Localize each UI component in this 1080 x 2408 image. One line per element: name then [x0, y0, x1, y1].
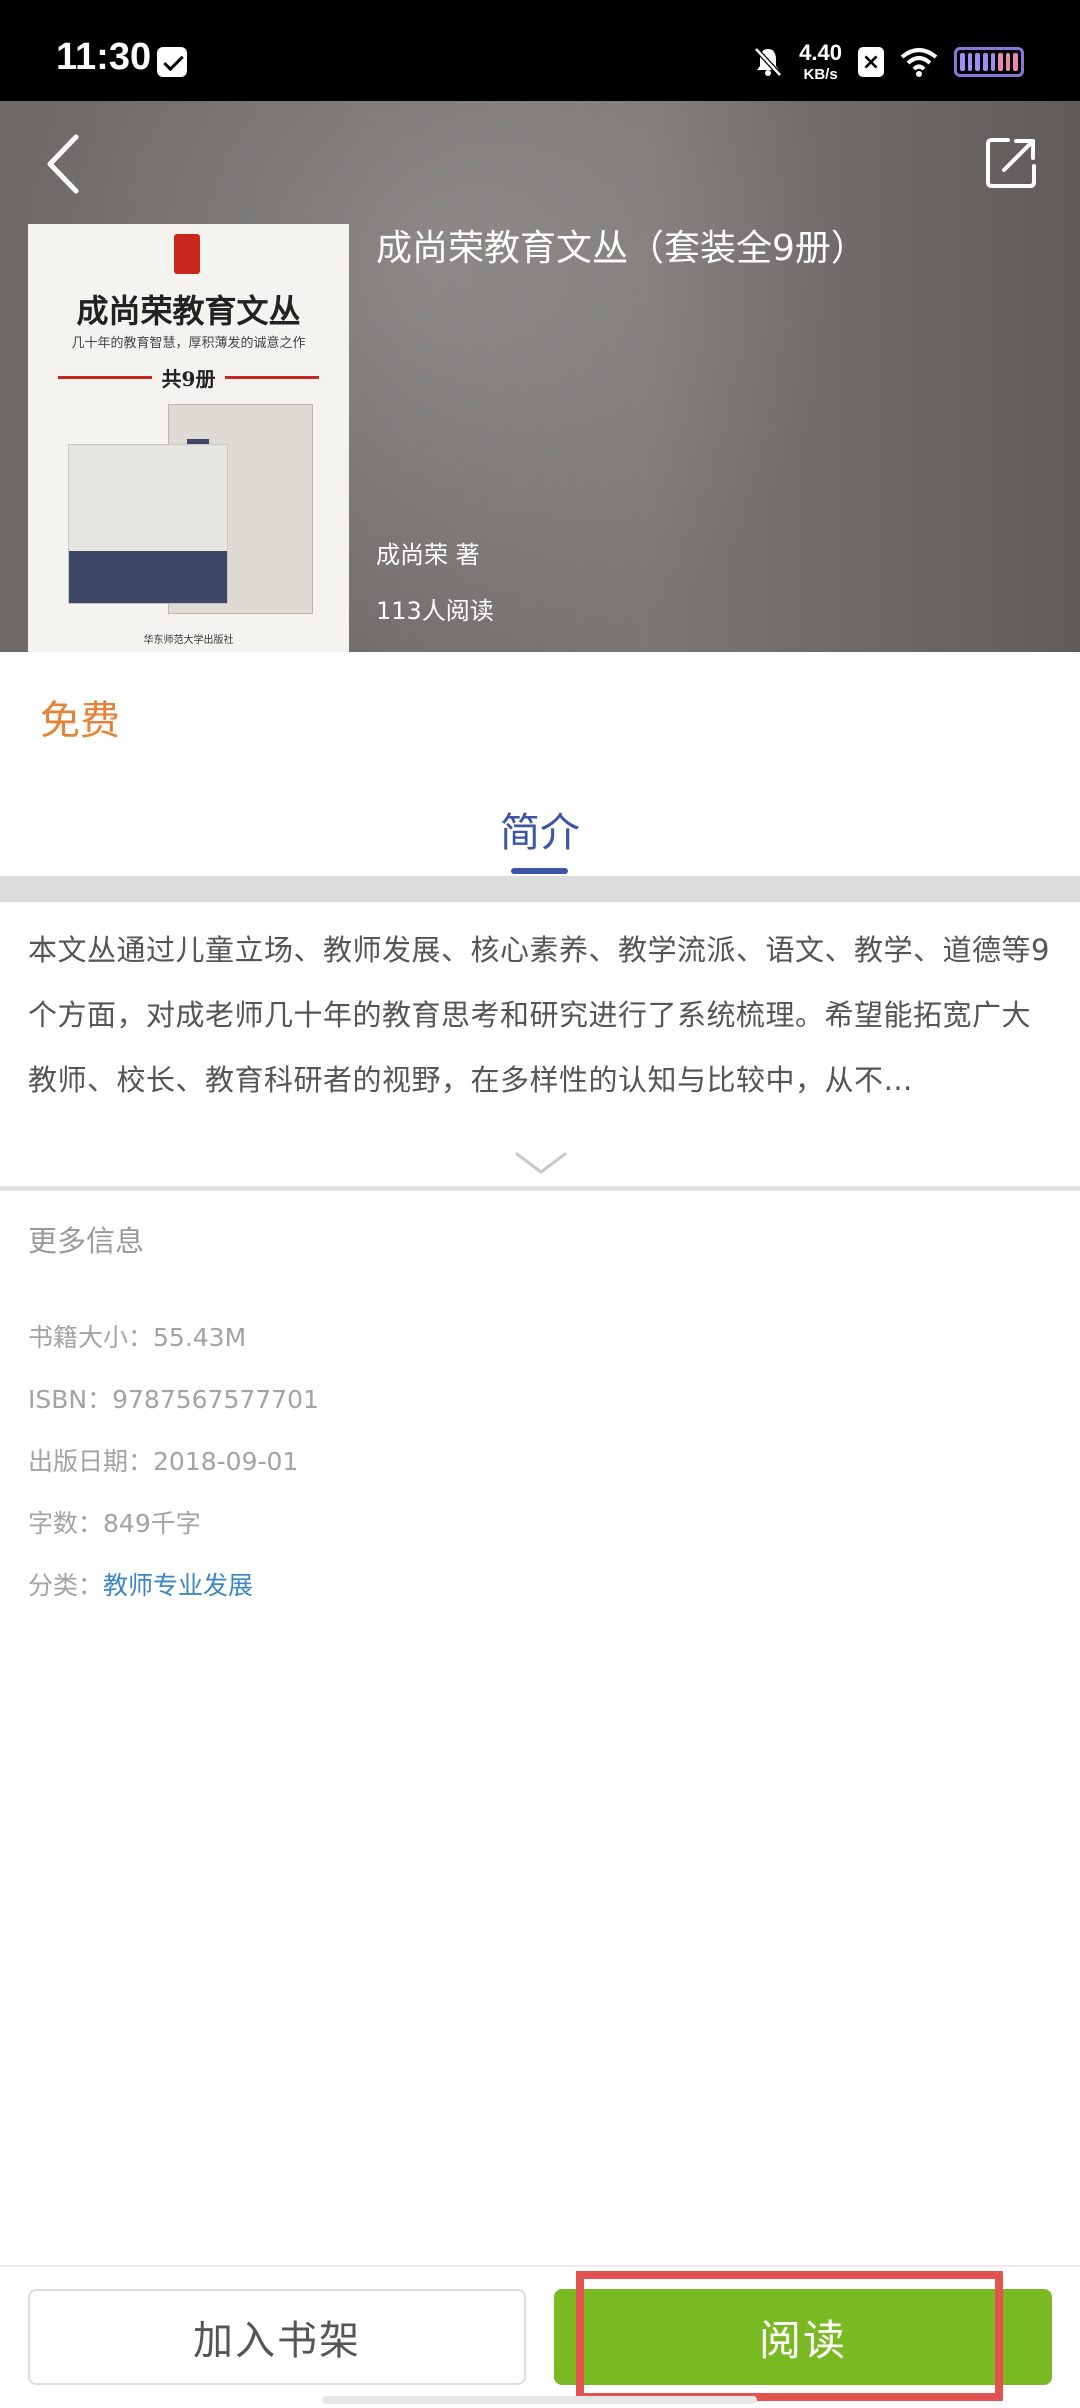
info-date-label: 出版日期： [28, 1447, 154, 1476]
cover-count: 共9册 [161, 366, 216, 391]
cover-publisher: 华东师范大学出版社 [143, 635, 234, 646]
info-date-value: 2018-09-01 [153, 1447, 299, 1476]
info-isbn-value: 9787567577701 [112, 1385, 319, 1414]
cover-count-row: 共9册 [58, 362, 320, 392]
publisher-logo [174, 234, 200, 274]
status-time: 11:30 [56, 36, 152, 78]
price-label: 免费 [40, 698, 120, 744]
status-bar: 11:30 4.40 KB/s × [0, 0, 1080, 101]
cover-subtitle: 几十年的教育智慧，厚积薄发的诚意之作 [71, 336, 306, 351]
network-speed-unit: KB/s [803, 66, 838, 83]
info-category: 分类：教师专业发展 [28, 1566, 253, 1602]
section-divider [0, 876, 1080, 902]
share-button[interactable] [982, 134, 1040, 192]
network-speed-value: 4.40 [799, 40, 842, 65]
info-category-label: 分类： [28, 1571, 104, 1600]
more-info-title: 更多信息 [28, 1224, 145, 1258]
book-title: 成尚荣教育文丛（套装全9册） [376, 228, 867, 269]
info-size-value: 55.43M [153, 1323, 247, 1352]
info-words-value: 849千字 [103, 1509, 201, 1538]
info-size: 书籍大小：55.43M [28, 1318, 246, 1354]
info-publish-date: 出版日期：2018-09-01 [28, 1442, 298, 1478]
status-icons: 4.40 KB/s × [753, 40, 1024, 84]
bottom-bar-divider [0, 2265, 1080, 2267]
book-cover[interactable]: 成尚荣教育文丛 几十年的教育智慧，厚积薄发的诚意之作 共9册 华东师范大学出版社 [28, 224, 349, 652]
read-button[interactable]: 阅读 [554, 2289, 1052, 2385]
tab-active-indicator [511, 868, 568, 874]
info-word-count: 字数：849千字 [28, 1504, 201, 1540]
sim-none-icon: × [858, 47, 884, 77]
home-indicator[interactable] [322, 2396, 757, 2404]
tab-intro[interactable]: 简介 [0, 800, 1080, 858]
info-isbn: ISBN：9787567577701 [28, 1380, 319, 1416]
wifi-icon [900, 48, 938, 77]
network-speed: 4.40 KB/s [799, 40, 842, 83]
info-isbn-label: ISBN： [28, 1385, 113, 1414]
back-button[interactable] [40, 129, 90, 199]
cover-box-set-front [68, 444, 228, 604]
book-header: 成尚荣教育文丛 几十年的教育智慧，厚积薄发的诚意之作 共9册 华东师范大学出版社… [0, 101, 1080, 652]
chevron-down-icon[interactable] [513, 1150, 569, 1178]
section-divider-thin [0, 1186, 1080, 1191]
cover-title: 成尚荣教育文丛 [76, 292, 301, 330]
book-description: 本文丛通过儿童立场、教师发展、核心素养、教学流派、语文、教学、道德等9个方面，对… [28, 933, 1050, 1097]
reader-count: 113人阅读 [376, 597, 494, 625]
mute-bell-icon [754, 47, 783, 77]
add-to-shelf-button[interactable]: 加入书架 [28, 2289, 526, 2385]
battery-icon [954, 47, 1024, 77]
info-words-label: 字数： [28, 1509, 104, 1538]
message-notification-icon [157, 47, 187, 77]
category-link[interactable]: 教师专业发展 [103, 1571, 253, 1600]
book-author: 成尚荣 著 [376, 541, 480, 569]
info-size-label: 书籍大小： [28, 1323, 154, 1352]
